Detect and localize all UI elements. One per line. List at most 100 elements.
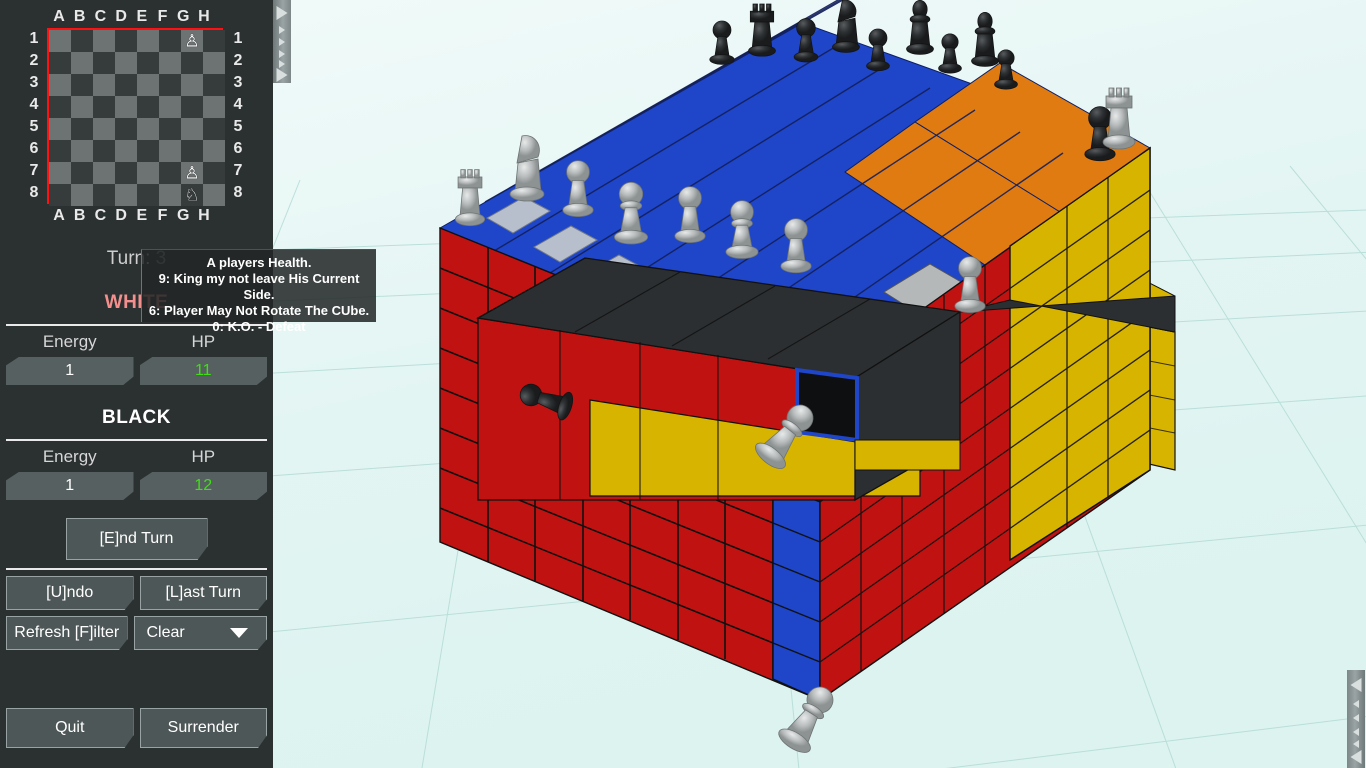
surrender-button[interactable]: Surrender (139, 708, 267, 748)
mini-square-D7[interactable] (115, 162, 137, 184)
mini-square-B2[interactable] (71, 52, 93, 74)
mini-square-C1[interactable] (93, 30, 115, 52)
mini-square-A4[interactable] (49, 96, 71, 118)
mini-square-C5[interactable] (93, 118, 115, 140)
mini-square-C3[interactable] (93, 74, 115, 96)
undo-button[interactable]: [U]ndo (6, 576, 134, 610)
mini-square-E6[interactable] (137, 140, 159, 162)
white-energy-label: Energy (42, 332, 97, 351)
file-label-F: F (157, 207, 168, 224)
file-label-H: H (198, 8, 210, 25)
mini-square-C4[interactable] (93, 96, 115, 118)
mini-board-grid[interactable]: ♙ ♙ ♘ (47, 28, 225, 206)
mini-square-F6[interactable] (159, 140, 181, 162)
mini-square-E4[interactable] (137, 96, 159, 118)
mini-square-H4[interactable] (203, 96, 225, 118)
mini-square-D3[interactable] (115, 74, 137, 96)
arrow-left-small-icon (1353, 728, 1359, 736)
mini-square-G4[interactable] (181, 96, 203, 118)
black-energy-value: 1 (6, 472, 134, 500)
mini-square-H3[interactable] (203, 74, 225, 96)
mini-square-B6[interactable] (71, 140, 93, 162)
mini-square-D2[interactable] (115, 52, 137, 74)
mini-square-H8[interactable] (203, 184, 225, 206)
mini-square-B5[interactable] (71, 118, 93, 140)
mini-square-C8[interactable] (93, 184, 115, 206)
last-turn-button[interactable]: [L]ast Turn (139, 576, 267, 610)
mini-square-H7[interactable] (203, 162, 225, 184)
refresh-filter-button[interactable]: Refresh [F]ilter (6, 616, 128, 650)
tooltip-line-3: 6: Player May Not Rotate The CUbe. (148, 303, 370, 318)
mini-square-C2[interactable] (93, 52, 115, 74)
mini-square-F7[interactable] (159, 162, 181, 184)
mini-square-E1[interactable] (137, 30, 159, 52)
rank-label-4: 4 (29, 96, 39, 113)
mini-square-F1[interactable] (159, 30, 181, 52)
mini-square-F2[interactable] (159, 52, 181, 74)
mini-square-D1[interactable] (115, 30, 137, 52)
file-label-C: C (94, 207, 107, 224)
mini-square-F3[interactable] (159, 74, 181, 96)
mini-square-G8[interactable]: ♘ (181, 184, 203, 206)
mini-square-A8[interactable] (49, 184, 71, 206)
mini-square-A5[interactable] (49, 118, 71, 140)
mini-square-E3[interactable] (137, 74, 159, 96)
end-turn-button[interactable]: [E]nd Turn (65, 518, 208, 560)
arrow-left-icon (1350, 750, 1362, 764)
arrow-left-icon (1350, 678, 1362, 692)
mini-square-A2[interactable] (49, 52, 71, 74)
rank-label-8: 8 (29, 184, 39, 201)
exit-row: Quit Surrender (0, 708, 273, 748)
mini-square-D4[interactable] (115, 96, 137, 118)
mini-square-E5[interactable] (137, 118, 159, 140)
mini-square-C6[interactable] (93, 140, 115, 162)
mini-square-D8[interactable] (115, 184, 137, 206)
mini-square-B8[interactable] (71, 184, 93, 206)
mini-square-G5[interactable] (181, 118, 203, 140)
game-sidebar: ABCDEFGH 12345678 ♙ ♙ ♘ 12345678 ABCDEFGH … (0, 0, 273, 768)
mini-square-A3[interactable] (49, 74, 71, 96)
mini-square-G6[interactable] (181, 140, 203, 162)
white-knight: ♘ (184, 185, 200, 205)
sidebar-collapse-handle[interactable] (273, 0, 291, 83)
mini-square-A1[interactable] (49, 30, 71, 52)
mini-square-B4[interactable] (71, 96, 93, 118)
mini-square-H6[interactable] (203, 140, 225, 162)
mini-square-B3[interactable] (71, 74, 93, 96)
mini-square-G2[interactable] (181, 52, 203, 74)
rank-label-5: 5 (233, 118, 243, 135)
mini-square-B1[interactable] (71, 30, 93, 52)
arrow-left-small-icon (1353, 700, 1359, 708)
mini-square-G1[interactable]: ♙ (181, 30, 203, 52)
mini-square-G3[interactable] (181, 74, 203, 96)
mini-square-E7[interactable] (137, 162, 159, 184)
tooltip-line-2: 9: King my not leave His Current Side. (158, 271, 360, 302)
mini-square-F8[interactable] (159, 184, 181, 206)
rank-labels-left: 1 2 3 4 5 6 7 8 (21, 28, 47, 204)
rank-labels-right: 1 2 3 4 5 6 7 8 (225, 28, 251, 204)
right-panel-expand-handle[interactable] (1347, 670, 1365, 768)
white-hp-value: 11 (139, 357, 267, 385)
mini-square-F4[interactable] (159, 96, 181, 118)
filter-dropdown[interactable]: Clear (133, 616, 267, 650)
mini-square-H1[interactable] (203, 30, 225, 52)
arrow-right-icon (276, 68, 288, 82)
white-stat-labels: Energy HP (0, 332, 273, 352)
mini-square-C7[interactable] (93, 162, 115, 184)
mini-square-D5[interactable] (115, 118, 137, 140)
file-labels-top: ABCDEFGH (49, 8, 214, 26)
mini-square-B7[interactable] (71, 162, 93, 184)
mini-square-F5[interactable] (159, 118, 181, 140)
mini-square-H5[interactable] (203, 118, 225, 140)
mini-square-A6[interactable] (49, 140, 71, 162)
mini-square-H2[interactable] (203, 52, 225, 74)
mini-square-A7[interactable] (49, 162, 71, 184)
chevron-down-icon (230, 628, 248, 638)
mini-square-E8[interactable] (137, 184, 159, 206)
mini-square-E2[interactable] (137, 52, 159, 74)
mini-square-G7[interactable]: ♙ (181, 162, 203, 184)
mini-board[interactable]: ABCDEFGH 12345678 ♙ ♙ ♘ 12345678 ABCDEFGH (0, 0, 273, 236)
filter-dropdown-value: Clear (146, 624, 185, 641)
quit-button[interactable]: Quit (6, 708, 134, 748)
mini-square-D6[interactable] (115, 140, 137, 162)
